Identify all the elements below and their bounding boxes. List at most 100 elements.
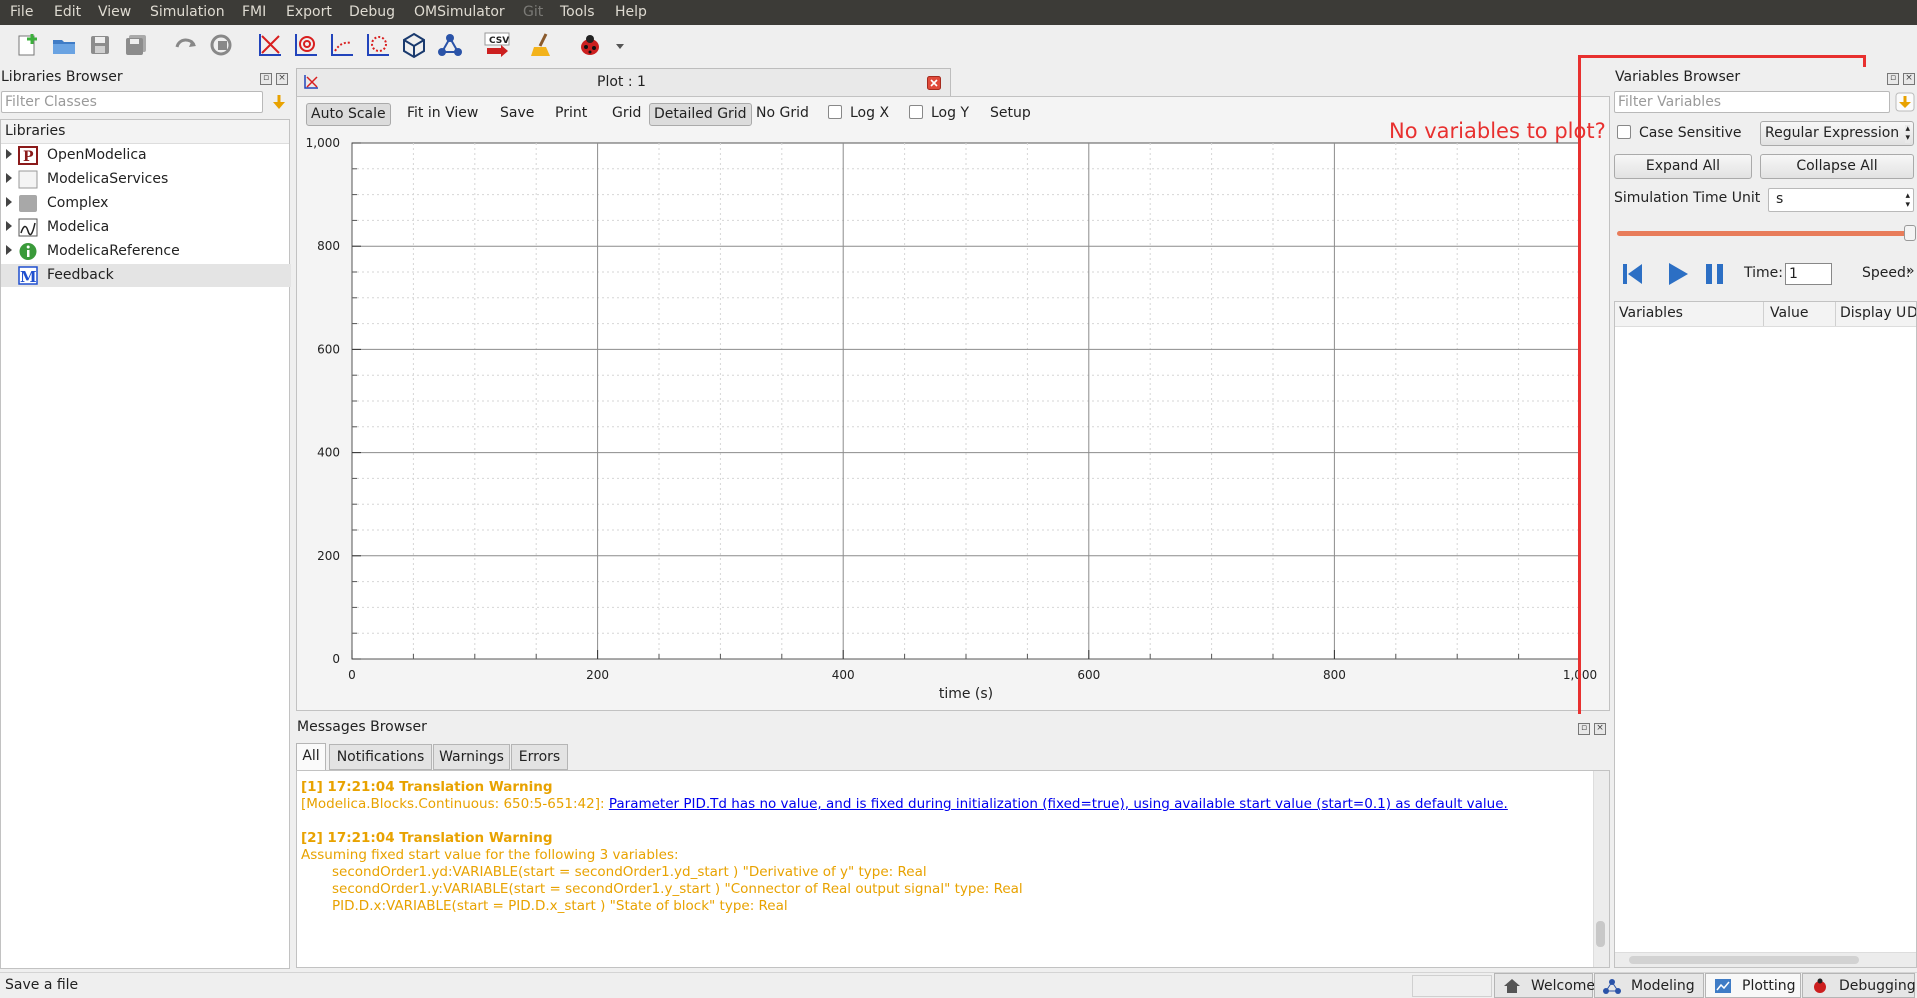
perspective-plotting[interactable]: Plotting: [1705, 973, 1801, 998]
debugger-icon[interactable]: [576, 31, 604, 59]
export-csv-icon[interactable]: CSV: [482, 31, 514, 59]
save-plot-button[interactable]: Save: [496, 103, 538, 124]
filter-variables-input[interactable]: Filter Variables: [1614, 91, 1890, 113]
tab-warnings[interactable]: Warnings: [433, 744, 510, 770]
column-d[interactable]: D: [1907, 305, 1916, 321]
filter-classes-input[interactable]: Filter Classes: [1, 91, 263, 113]
collapse-all-button[interactable]: Collapse All: [1760, 154, 1914, 179]
tree-item-feedback[interactable]: M Feedback: [1, 264, 291, 287]
play-icon[interactable]: [1665, 261, 1691, 287]
time-input[interactable]: 1: [1785, 263, 1832, 285]
tab-notifications[interactable]: Notifications: [329, 744, 432, 770]
menu-fmi[interactable]: FMI: [242, 4, 266, 20]
column-value[interactable]: Value: [1770, 305, 1808, 321]
filter-options-icon[interactable]: [270, 92, 288, 112]
menu-simulation[interactable]: Simulation: [150, 4, 225, 20]
auto-scale-button[interactable]: Auto Scale: [306, 103, 391, 126]
speed-label: Speed:: [1862, 265, 1911, 281]
save-icon[interactable]: [86, 31, 114, 59]
tree-item-complex[interactable]: Complex: [1, 192, 291, 215]
tab-errors[interactable]: Errors: [511, 744, 568, 770]
tab-all[interactable]: All: [296, 743, 326, 770]
filter-syntax-select[interactable]: Regular Expression ▴ ▾: [1760, 121, 1914, 146]
plot-close-icon[interactable]: [927, 76, 941, 90]
column-divider: [1763, 302, 1764, 326]
filter-options-icon[interactable]: [1895, 92, 1915, 112]
plot-window-title: Plot : 1: [597, 74, 646, 90]
new-model-icon[interactable]: [14, 31, 42, 59]
plot-canvas[interactable]: 0 200 400 600 800 1,000 0 200 400 600 800 1,000 ti…: [296, 128, 1610, 708]
column-variables[interactable]: Variables: [1619, 305, 1683, 321]
menu-help[interactable]: Help: [615, 4, 647, 20]
tree-item-openmodelica[interactable]: P OpenModelica: [1, 144, 291, 167]
time-slider-handle[interactable]: [1904, 225, 1916, 241]
plot-window-icon: [304, 75, 318, 89]
debugger-dropdown-icon[interactable]: [614, 31, 628, 59]
menu-view[interactable]: View: [98, 4, 131, 20]
open-folder-icon[interactable]: [50, 31, 78, 59]
menu-export[interactable]: Export: [286, 4, 332, 20]
save-all-icon[interactable]: [122, 31, 150, 59]
grid-button[interactable]: Grid: [608, 103, 645, 124]
plot-array-icon[interactable]: [328, 31, 356, 59]
expand-arrow-icon[interactable]: [6, 149, 12, 159]
menu-omsimulator[interactable]: OMSimulator: [414, 4, 505, 20]
expand-arrow-icon[interactable]: [6, 173, 12, 183]
x-tick-labels: 0 200 400 600 800 1,000: [348, 668, 1597, 682]
x-tick-label: 0: [348, 668, 356, 682]
simulation-time-unit-label: Simulation Time Unit: [1614, 190, 1761, 206]
close-icon[interactable]: ×: [1594, 723, 1606, 735]
tree-item-modelicareference[interactable]: ModelicaReference: [1, 240, 291, 263]
scrollbar-thumb[interactable]: [1596, 921, 1605, 947]
detailed-grid-button[interactable]: Detailed Grid: [649, 103, 752, 126]
time-unit-select[interactable]: s ▴ ▾: [1768, 188, 1914, 212]
message-2-header: [2] 17:21:04 Translation Warning: [301, 830, 553, 846]
perspective-welcome[interactable]: Welcome: [1494, 973, 1595, 998]
animation-icon[interactable]: [400, 31, 428, 59]
perspective-modeling[interactable]: Modeling: [1594, 973, 1704, 998]
tree-item-modelicaservices[interactable]: ModelicaServices: [1, 168, 291, 191]
svg-text:P: P: [23, 149, 34, 165]
message-1-link[interactable]: Parameter PID.Td has no value, and is fi…: [609, 796, 1508, 812]
close-icon[interactable]: ×: [1903, 73, 1915, 85]
setup-button[interactable]: Setup: [986, 103, 1035, 124]
plotting-icon: [1715, 979, 1731, 993]
float-icon[interactable]: ▫: [1578, 723, 1590, 735]
no-grid-button[interactable]: No Grid: [752, 103, 813, 124]
print-button[interactable]: Print: [551, 103, 591, 124]
perspective-debugging[interactable]: Debugging: [1802, 973, 1916, 998]
fit-in-view-button[interactable]: Fit in View: [403, 103, 482, 124]
expand-all-button[interactable]: Expand All: [1614, 154, 1752, 179]
log-x-checkbox[interactable]: Log X: [824, 103, 893, 124]
float-icon[interactable]: ▫: [260, 73, 272, 85]
variables-hscrollbar[interactable]: [1615, 952, 1916, 967]
menu-edit[interactable]: Edit: [54, 4, 81, 20]
expand-arrow-icon[interactable]: [6, 221, 12, 231]
case-sensitive-checkbox[interactable]: Case Sensitive: [1617, 125, 1742, 141]
clear-icon[interactable]: [528, 31, 556, 59]
expand-arrow-icon[interactable]: [6, 245, 12, 255]
network-icon[interactable]: [436, 31, 464, 59]
plot-parametric-icon[interactable]: [292, 31, 320, 59]
plot-xy-icon[interactable]: [256, 31, 284, 59]
plot-window-tab[interactable]: Plot : 1: [296, 68, 951, 96]
expand-arrow-icon[interactable]: [6, 197, 12, 207]
menu-tools[interactable]: Tools: [560, 4, 595, 20]
float-icon[interactable]: ▫: [1887, 73, 1899, 85]
check-model-icon[interactable]: [208, 31, 236, 59]
rewind-icon[interactable]: [1620, 261, 1646, 287]
time-slider-track[interactable]: [1617, 231, 1911, 236]
messages-scrollbar[interactable]: [1593, 771, 1609, 967]
column-display-unit[interactable]: Display U: [1840, 305, 1906, 321]
plot-array-parametric-icon[interactable]: [364, 31, 392, 59]
pause-icon[interactable]: [1702, 261, 1728, 287]
message-2-line-4: PID.D.x:VARIABLE(start = PID.D.x_start )…: [332, 898, 788, 914]
menu-debug[interactable]: Debug: [349, 4, 395, 20]
close-icon[interactable]: ×: [276, 73, 288, 85]
scrollbar-thumb[interactable]: [1629, 956, 1859, 964]
menu-file[interactable]: File: [10, 4, 33, 20]
tree-item-modelica[interactable]: Modelica: [1, 216, 291, 239]
undo-redo-icon[interactable]: [172, 31, 200, 59]
log-y-checkbox[interactable]: Log Y: [905, 103, 973, 124]
more-toolbar-icon[interactable]: »: [1906, 263, 1915, 279]
